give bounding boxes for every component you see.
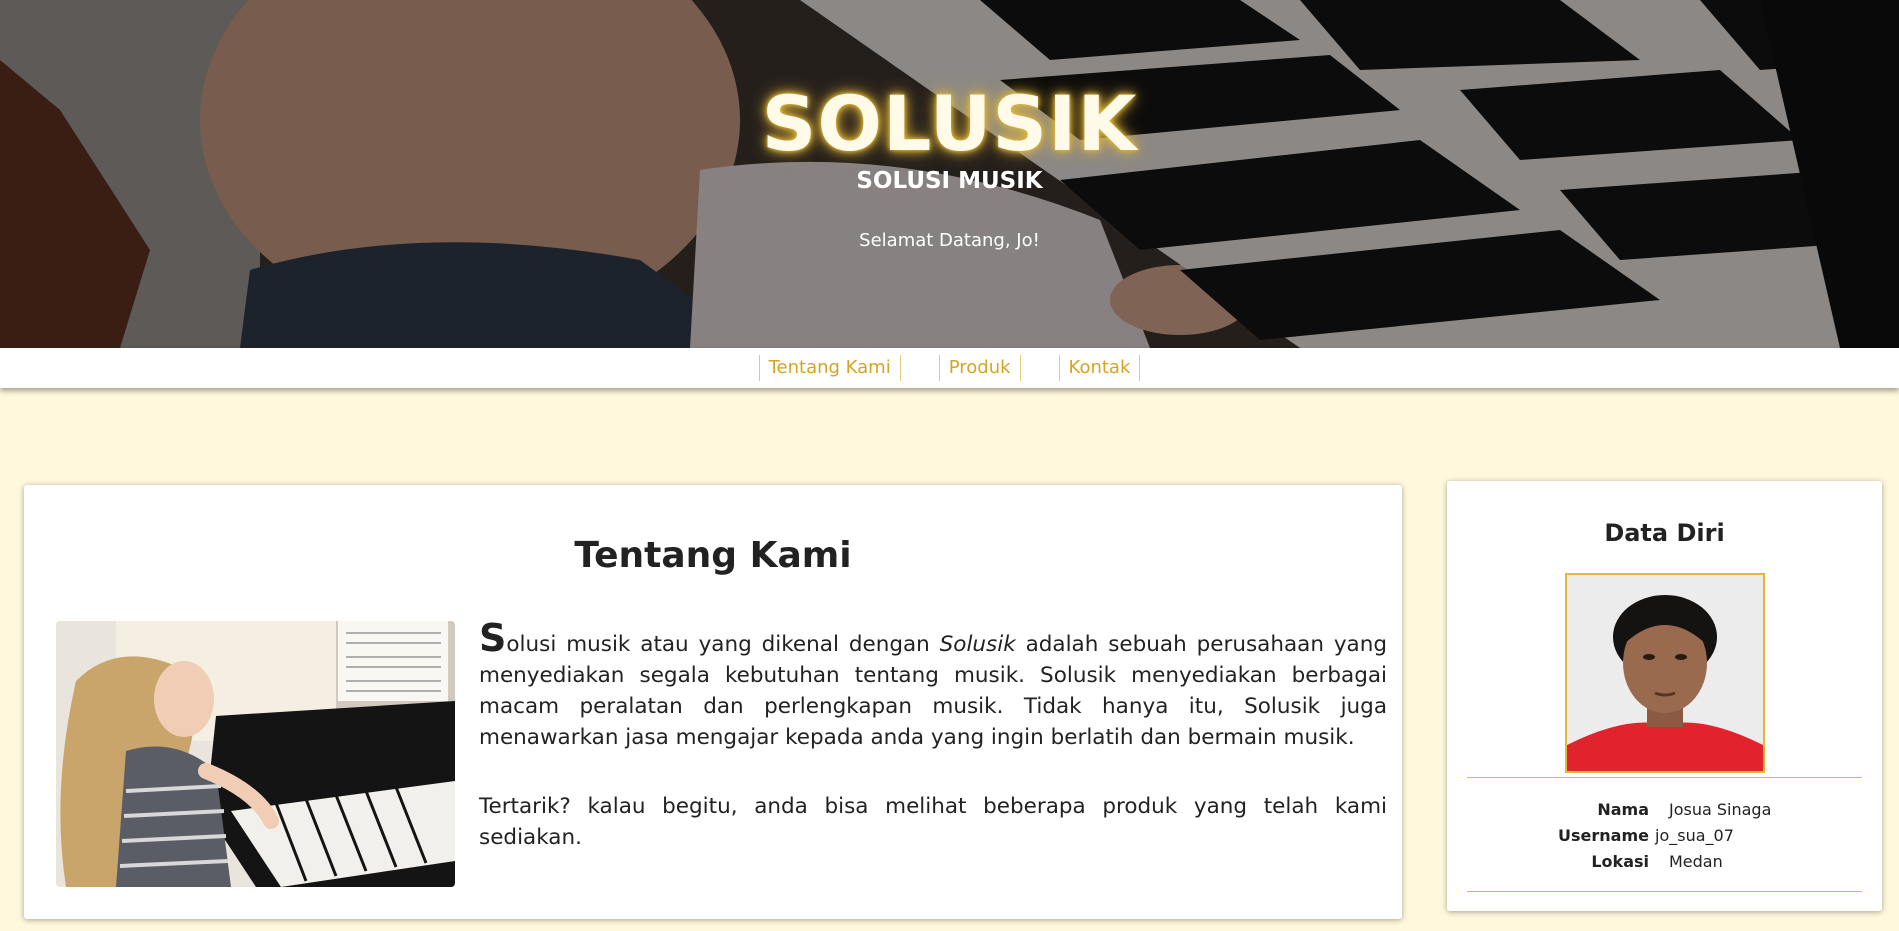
profile-details: Nama Josua Sinaga Username jo_sua_07 Lok… [1447, 796, 1882, 874]
profile-row-lokasi: Lokasi Medan [1447, 848, 1882, 874]
about-paragraph-1: Solusi musik atau yang dikenal dengan So… [479, 616, 1388, 750]
divider [1467, 891, 1862, 892]
field-label: Username [1558, 825, 1649, 845]
nav-link-kontak[interactable]: Kontak [1058, 355, 1141, 381]
profile-card: Data Diri Nama Josua Sinaga Username jo_… [1447, 481, 1882, 911]
about-paragraph-2: Tertarik? kalau begitu, anda bisa meliha… [479, 794, 1387, 850]
field-value: Josua Sinaga [1669, 799, 1772, 819]
about-title: Tentang Kami [574, 535, 852, 576]
nav-link-tentang-kami[interactable]: Tentang Kami [758, 355, 901, 381]
about-card: Tentang Kami Solusi musik atau yang dike… [24, 485, 1402, 919]
girl-piano-image [56, 621, 455, 887]
welcome-message: Selamat Datang, Jo! [859, 230, 1040, 251]
profile-title: Data Diri [1604, 519, 1725, 547]
nav-link-produk[interactable]: Produk [938, 355, 1021, 381]
profile-row-nama: Nama Josua Sinaga [1447, 796, 1882, 822]
field-value: jo_sua_07 [1655, 825, 1734, 845]
site-title: SOLUSIK [761, 79, 1138, 168]
profile-row-username: Username jo_sua_07 [1447, 822, 1882, 848]
hero-banner: SOLUSIK SOLUSI MUSIK Selamat Datang, Jo! [0, 0, 1899, 348]
dropcap-letter: S [479, 616, 507, 660]
brand-emphasis: Solusik [939, 632, 1016, 657]
profile-avatar [1565, 573, 1765, 773]
field-label: Lokasi [1591, 851, 1649, 871]
main-nav: Tentang Kami Produk Kontak [0, 348, 1899, 388]
field-label: Nama [1597, 799, 1649, 819]
about-text: Solusi musik atau yang dikenal dengan So… [479, 619, 1387, 853]
field-value: Medan [1669, 851, 1723, 871]
divider [1467, 777, 1862, 778]
site-subtitle: SOLUSI MUSIK [856, 168, 1043, 194]
